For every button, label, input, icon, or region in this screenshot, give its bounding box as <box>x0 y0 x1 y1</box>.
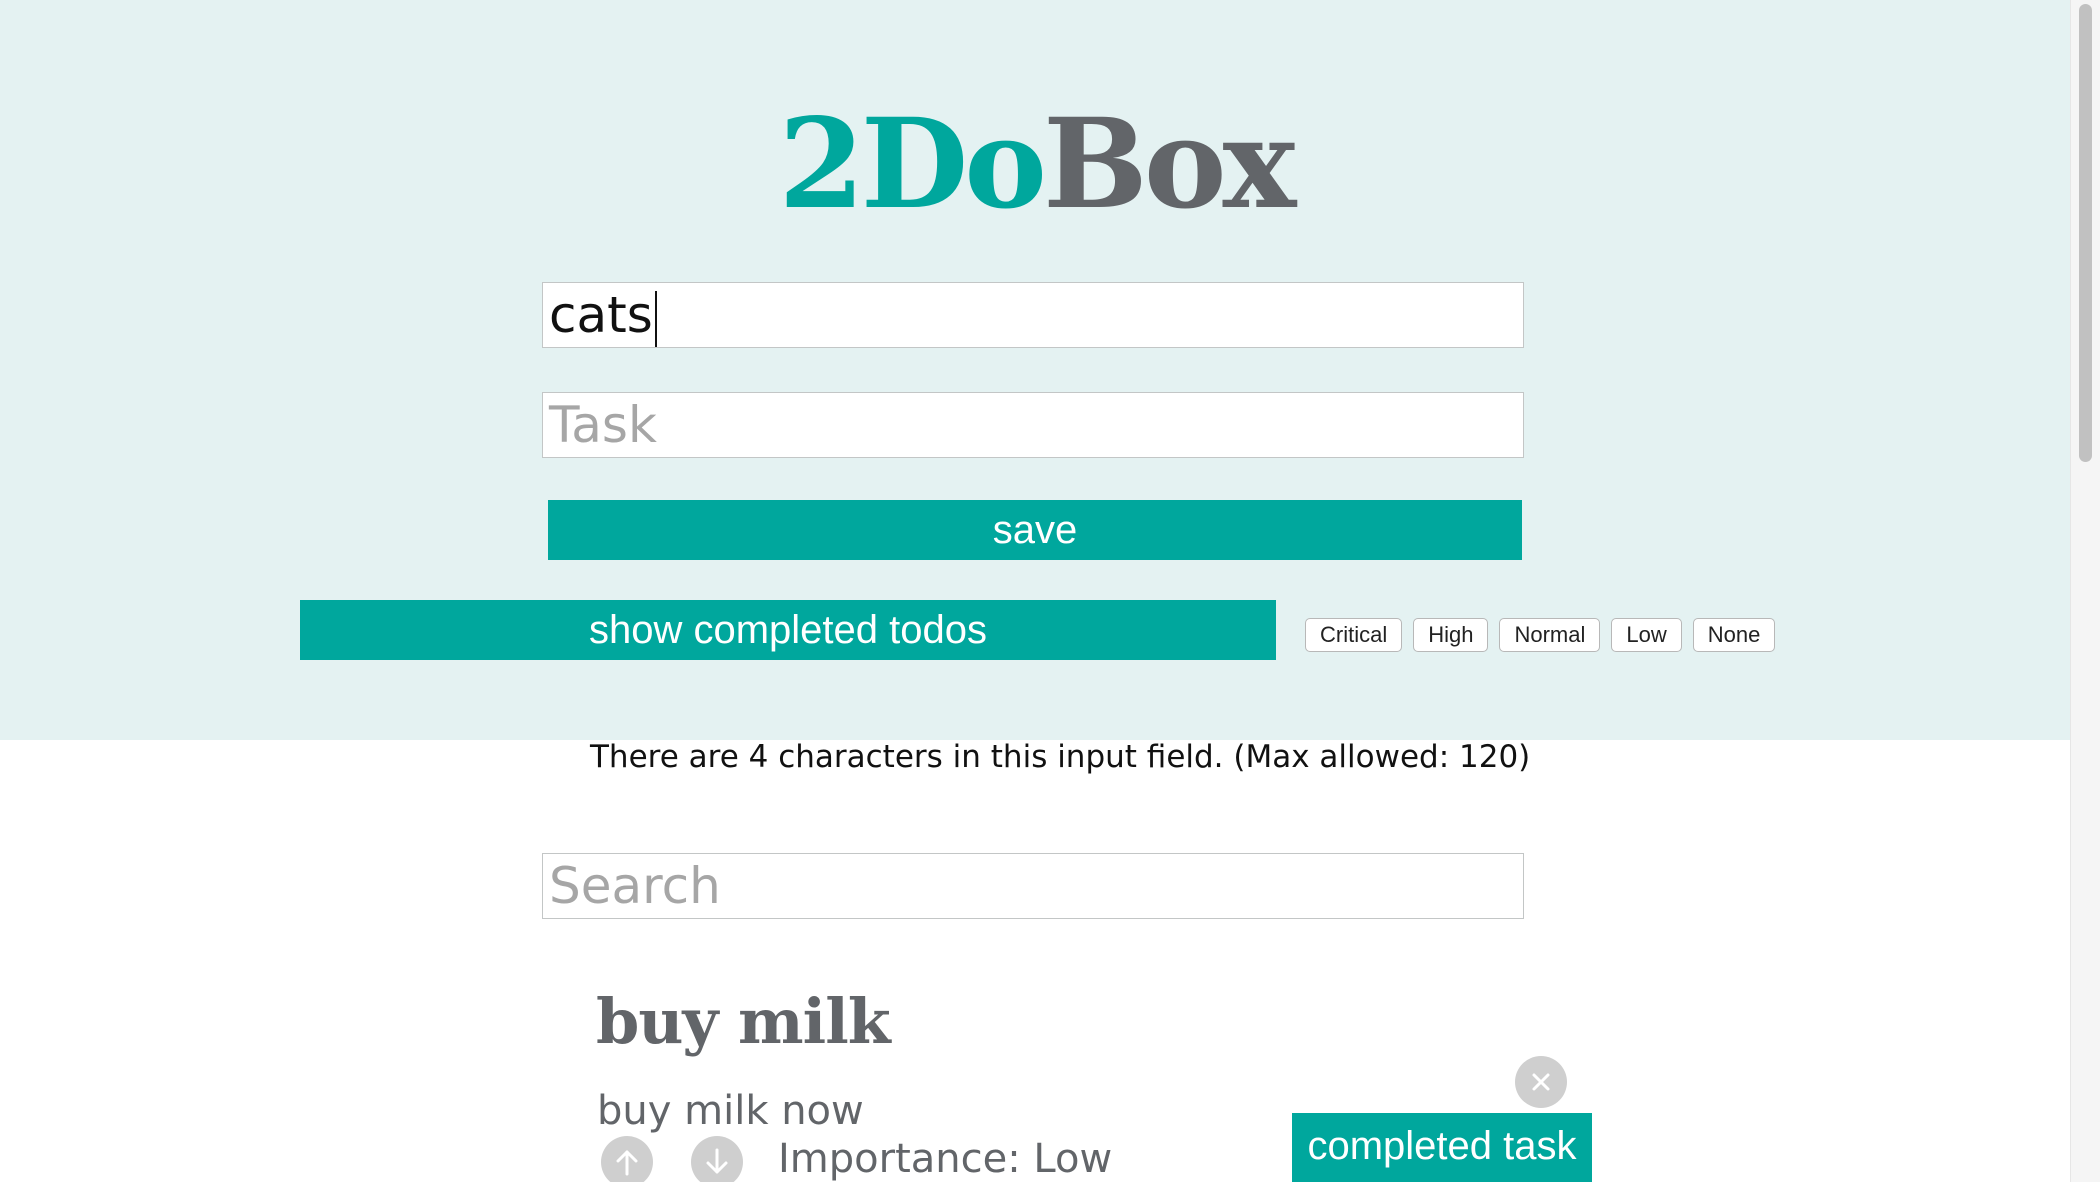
filter-normal-button[interactable]: Normal <box>1499 618 1601 652</box>
arrow-down-icon <box>706 1148 728 1174</box>
filter-none-button[interactable]: None <box>1692 618 1776 652</box>
vertical-scrollbar[interactable] <box>2070 0 2100 1182</box>
todo-body[interactable]: buy milk now <box>597 1086 864 1136</box>
upvote-button[interactable] <box>601 1136 653 1182</box>
search-input-placeholder: Search <box>549 857 721 915</box>
todo-importance: Importance: Low <box>778 1136 1113 1182</box>
text-caret <box>654 290 657 347</box>
search-input[interactable]: Search <box>542 853 1524 919</box>
downvote-button[interactable] <box>691 1136 743 1182</box>
show-completed-todos-button[interactable]: show completed todos <box>300 600 1276 660</box>
task-input[interactable]: Task <box>542 392 1524 458</box>
close-icon <box>1532 1073 1550 1091</box>
page: 2DoBox cats Task save show completed tod… <box>0 0 2100 1182</box>
save-button[interactable]: save <box>548 500 1522 560</box>
character-counter: There are 4 characters in this input fie… <box>590 739 1531 775</box>
filter-low-button[interactable]: Low <box>1611 618 1682 652</box>
completed-task-button[interactable]: completed task <box>1292 1113 1592 1182</box>
app-title-part1: 2Do <box>778 92 1048 237</box>
filter-critical-button[interactable]: Critical <box>1305 618 1403 652</box>
importance-filter-group: Critical High Normal Low None <box>1305 618 1776 654</box>
filter-high-button[interactable]: High <box>1413 618 1489 652</box>
todo-title[interactable]: buy milk <box>596 982 891 1062</box>
arrow-up-icon <box>616 1150 638 1176</box>
scrollbar-thumb[interactable] <box>2079 4 2092 462</box>
app-title-part2: Box <box>1043 92 1296 237</box>
task-input-placeholder: Task <box>549 396 657 454</box>
delete-button[interactable] <box>1515 1056 1567 1108</box>
app-title: 2DoBox <box>0 90 2071 240</box>
title-input[interactable]: cats <box>542 282 1524 348</box>
header: 2DoBox cats Task save show completed tod… <box>0 0 2071 740</box>
title-input-value: cats <box>549 286 653 344</box>
